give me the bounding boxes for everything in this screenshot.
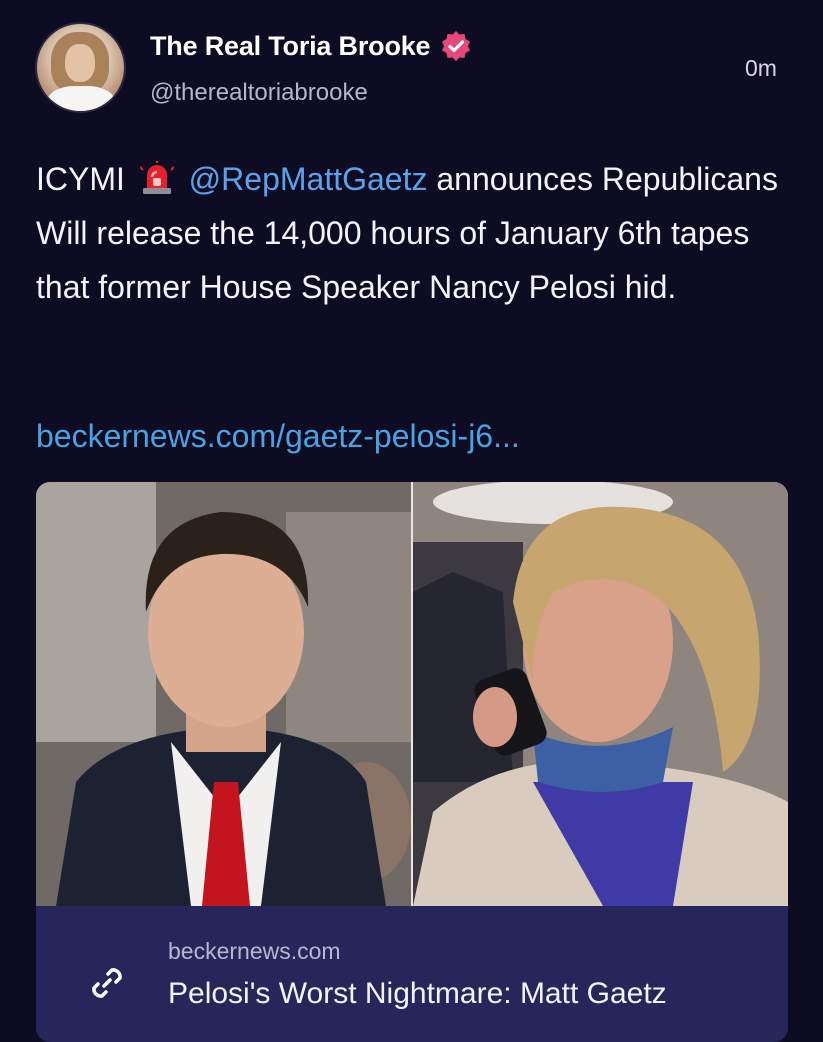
verified-badge-icon	[442, 31, 471, 61]
link-icon	[92, 968, 122, 998]
avatar-shirt	[47, 86, 115, 111]
preview-image-right	[413, 482, 788, 906]
mention-link[interactable]: @RepMattGaetz	[189, 161, 428, 197]
police-light-emoji-icon	[139, 161, 174, 194]
link-preview-card[interactable]: beckernews.com Pelosi's Worst Nightmare:…	[36, 482, 788, 1042]
preview-image-left	[36, 482, 411, 906]
man-photo-illustration	[36, 482, 411, 906]
article-link[interactable]: beckernews.com/gaetz-pelosi-j6...	[36, 418, 520, 455]
preview-domain: beckernews.com	[168, 938, 341, 964]
display-name[interactable]: The Real Toria Brooke	[150, 31, 431, 62]
link-preview-footer[interactable]: beckernews.com Pelosi's Worst Nightmare:…	[36, 906, 788, 1042]
text-prefix: ICYMI	[36, 161, 125, 197]
post-time: 0m	[745, 55, 777, 81]
avatar-face	[65, 44, 95, 82]
post-text: ICYMI @RepMattGaetz announces Republican…	[36, 152, 796, 314]
woman-photo-illustration	[413, 482, 788, 906]
user-handle[interactable]: @therealtoriabrooke	[150, 79, 368, 107]
avatar[interactable]	[35, 22, 126, 113]
preview-headline[interactable]: Pelosi's Worst Nightmare: Matt Gaetz	[168, 972, 778, 1016]
display-name-row[interactable]: The Real Toria Brooke	[150, 30, 472, 62]
